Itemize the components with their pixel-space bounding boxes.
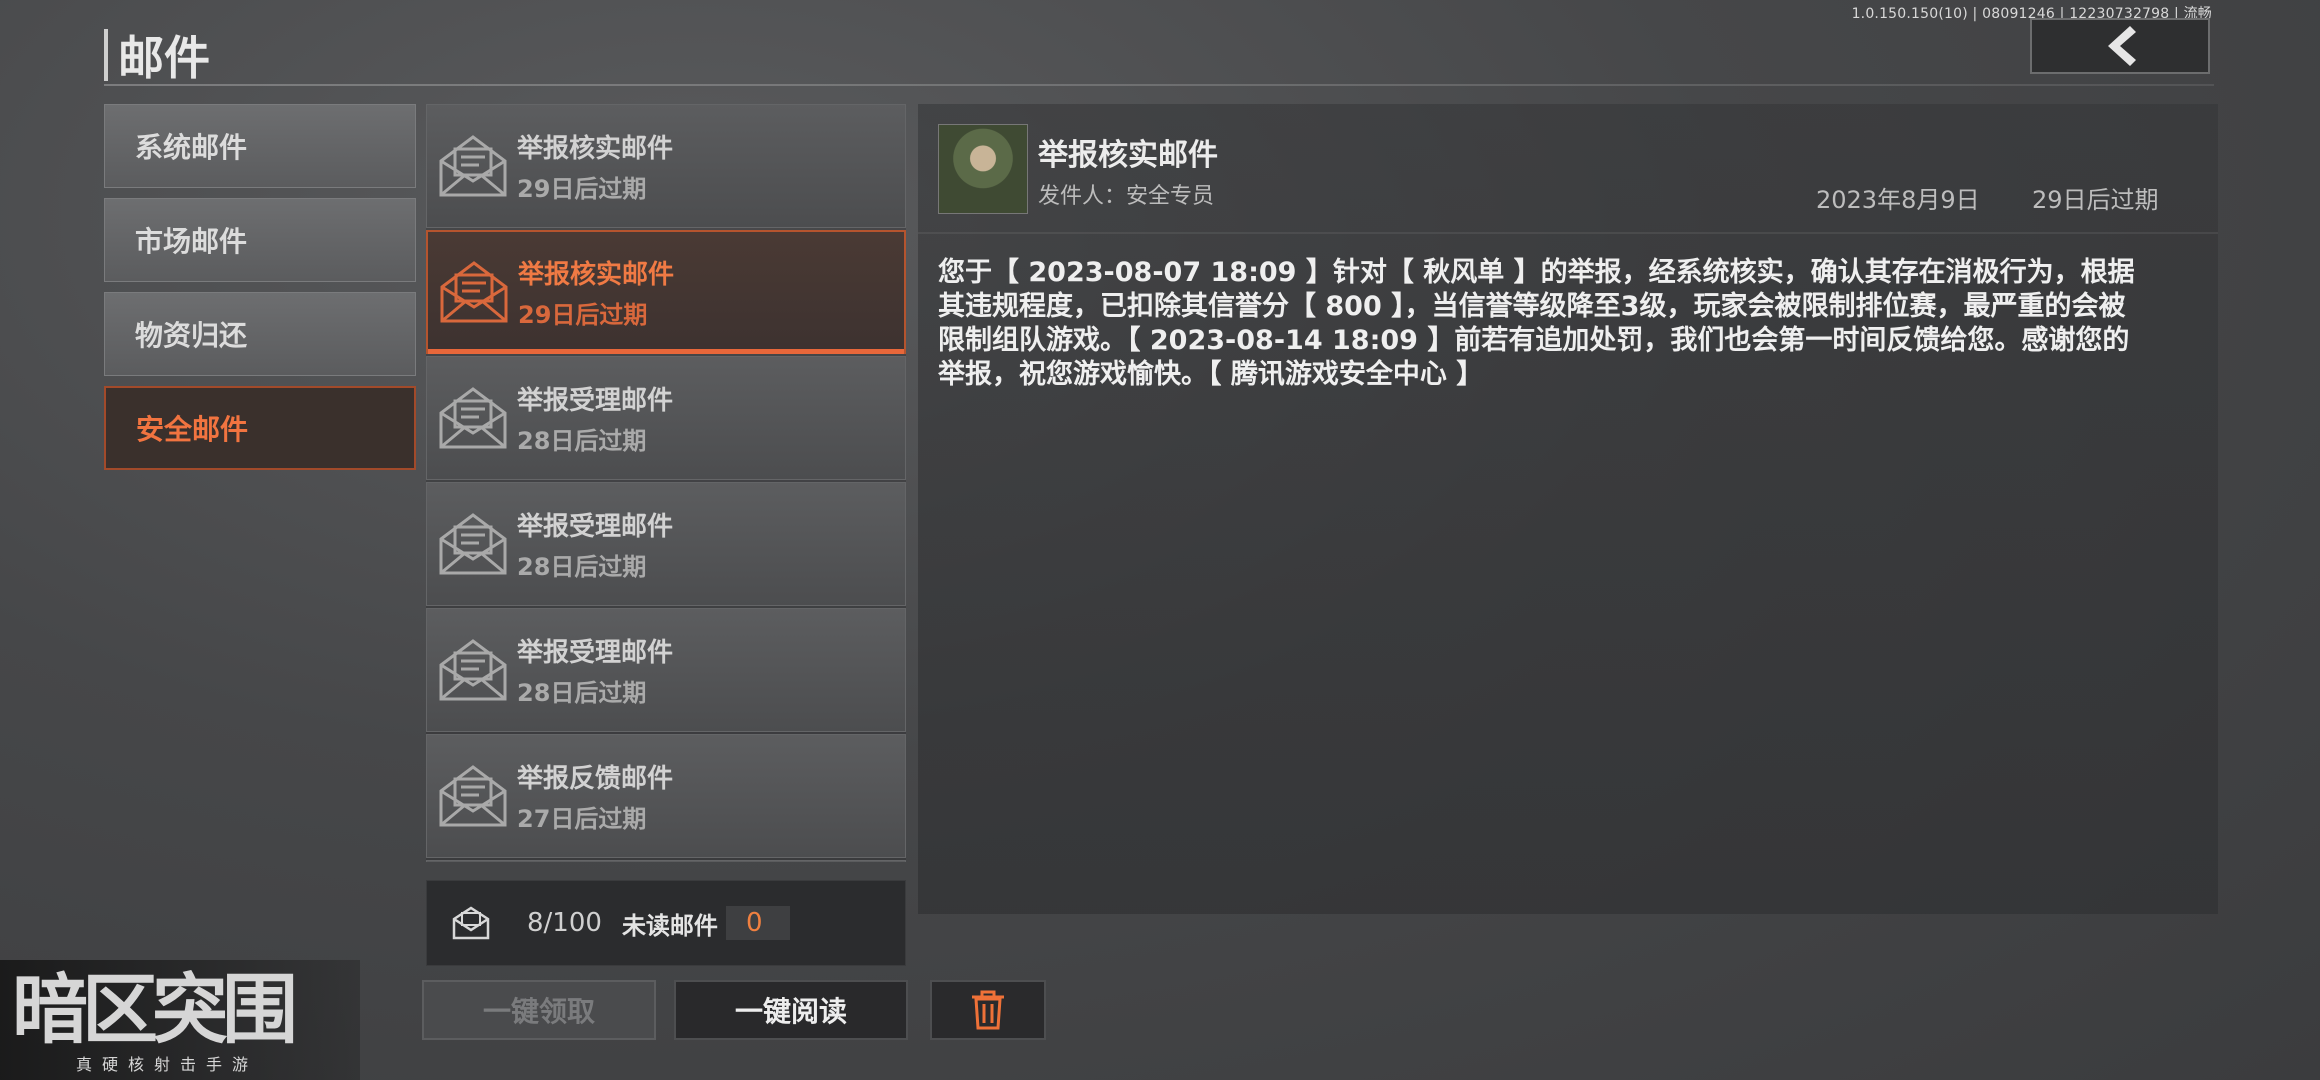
title-accent-bar <box>104 29 108 81</box>
sender-avatar <box>938 124 1028 214</box>
mail-count: 8/100 <box>527 908 602 938</box>
mail-expire: 29日后过期 <box>517 175 647 203</box>
mail-list-item[interactable]: 举报核实邮件 29日后过期 <box>426 104 906 228</box>
category-system-mail[interactable]: 系统邮件 <box>104 104 416 188</box>
claim-all-label: 一键领取 <box>482 995 595 1028</box>
category-security-mail[interactable]: 安全邮件 <box>104 386 416 470</box>
mail-list-item[interactable]: 举报受理邮件 28日后过期 <box>426 356 906 480</box>
read-all-button[interactable]: 一键阅读 <box>674 980 908 1040</box>
detail-body: 您于【 2023-08-07 18:09 】针对【 秋风单 】的举报，经系统核实… <box>938 257 2135 390</box>
envelope-open-icon <box>439 513 507 575</box>
category-label: 安全邮件 <box>136 413 249 446</box>
mail-expire: 27日后过期 <box>517 805 647 833</box>
mail-title: 举报受理邮件 <box>517 386 674 416</box>
mail-list-item-selected[interactable]: 举报核实邮件 29日后过期 <box>426 230 906 354</box>
detail-date: 2023年8月9日 <box>1816 186 1980 214</box>
game-logo: 暗区突围 真硬核射击手游 <box>0 960 360 1080</box>
category-supply-return[interactable]: 物资归还 <box>104 292 416 376</box>
mail-expire: 28日后过期 <box>517 427 647 455</box>
envelope-open-icon <box>439 387 507 449</box>
mail-expire: 28日后过期 <box>517 553 647 581</box>
mail-title: 举报受理邮件 <box>517 512 674 542</box>
mail-footer: 8/100 未读邮件 0 <box>426 880 906 966</box>
unread-count: 0 <box>725 906 791 940</box>
mail-title: 举报核实邮件 <box>518 260 675 290</box>
mail-expire: 29日后过期 <box>518 301 648 329</box>
category-label: 市场邮件 <box>135 225 248 258</box>
mail-title: 举报反馈邮件 <box>517 764 674 794</box>
category-label: 物资归还 <box>135 319 248 352</box>
mail-list-item[interactable]: 举报受理邮件 28日后过期 <box>426 608 906 732</box>
detail-divider <box>918 232 2218 234</box>
claim-all-button[interactable]: 一键领取 <box>422 980 656 1040</box>
back-button[interactable] <box>2030 18 2210 74</box>
mail-detail-panel: 举报核实邮件 发件人：安全专员 2023年8月9日 29日后过期 您于【 202… <box>918 104 2218 914</box>
read-all-label: 一键阅读 <box>734 995 847 1028</box>
mailbox-icon <box>452 906 490 940</box>
mail-title: 举报核实邮件 <box>517 134 674 164</box>
mail-expire: 28日后过期 <box>517 679 647 707</box>
detail-sender: 发件人：安全专员 <box>1038 184 1215 209</box>
page-title-text: 邮件 <box>118 31 210 85</box>
detail-expire: 29日后过期 <box>2032 186 2159 214</box>
envelope-open-icon <box>440 261 508 323</box>
detail-title: 举报核实邮件 <box>1038 138 1218 173</box>
mail-list-item[interactable]: 举报反馈邮件 27日后过期 <box>426 734 906 858</box>
category-list: 系统邮件 市场邮件 物资归还 安全邮件 <box>104 104 416 480</box>
category-market-mail[interactable]: 市场邮件 <box>104 198 416 282</box>
logo-mark: 暗区突围 真硬核射击手游 <box>12 966 300 1074</box>
envelope-open-icon <box>439 765 507 827</box>
logo-text: 暗区突围 <box>12 966 294 1054</box>
category-label: 系统邮件 <box>135 131 248 164</box>
trash-icon <box>972 990 1004 1030</box>
mail-list[interactable]: 举报核实邮件 29日后过期 举报核实邮件 29日后过期 举报受理邮件 28日后过期 举… <box>426 104 906 862</box>
page-title: 邮件 <box>104 22 210 88</box>
mail-list-item[interactable]: 举报受理邮件 28日后过期 <box>426 482 906 606</box>
unread-label: 未读邮件 <box>621 911 718 940</box>
mail-list-item-partial[interactable] <box>426 860 906 862</box>
delete-button[interactable] <box>930 980 1046 1040</box>
chevron-left-icon <box>2108 26 2136 66</box>
envelope-open-icon <box>439 135 507 197</box>
envelope-open-icon <box>439 639 507 701</box>
logo-subtitle: 真硬核射击手游 <box>76 1055 258 1074</box>
title-divider <box>104 84 2214 86</box>
mail-title: 举报受理邮件 <box>517 638 674 668</box>
